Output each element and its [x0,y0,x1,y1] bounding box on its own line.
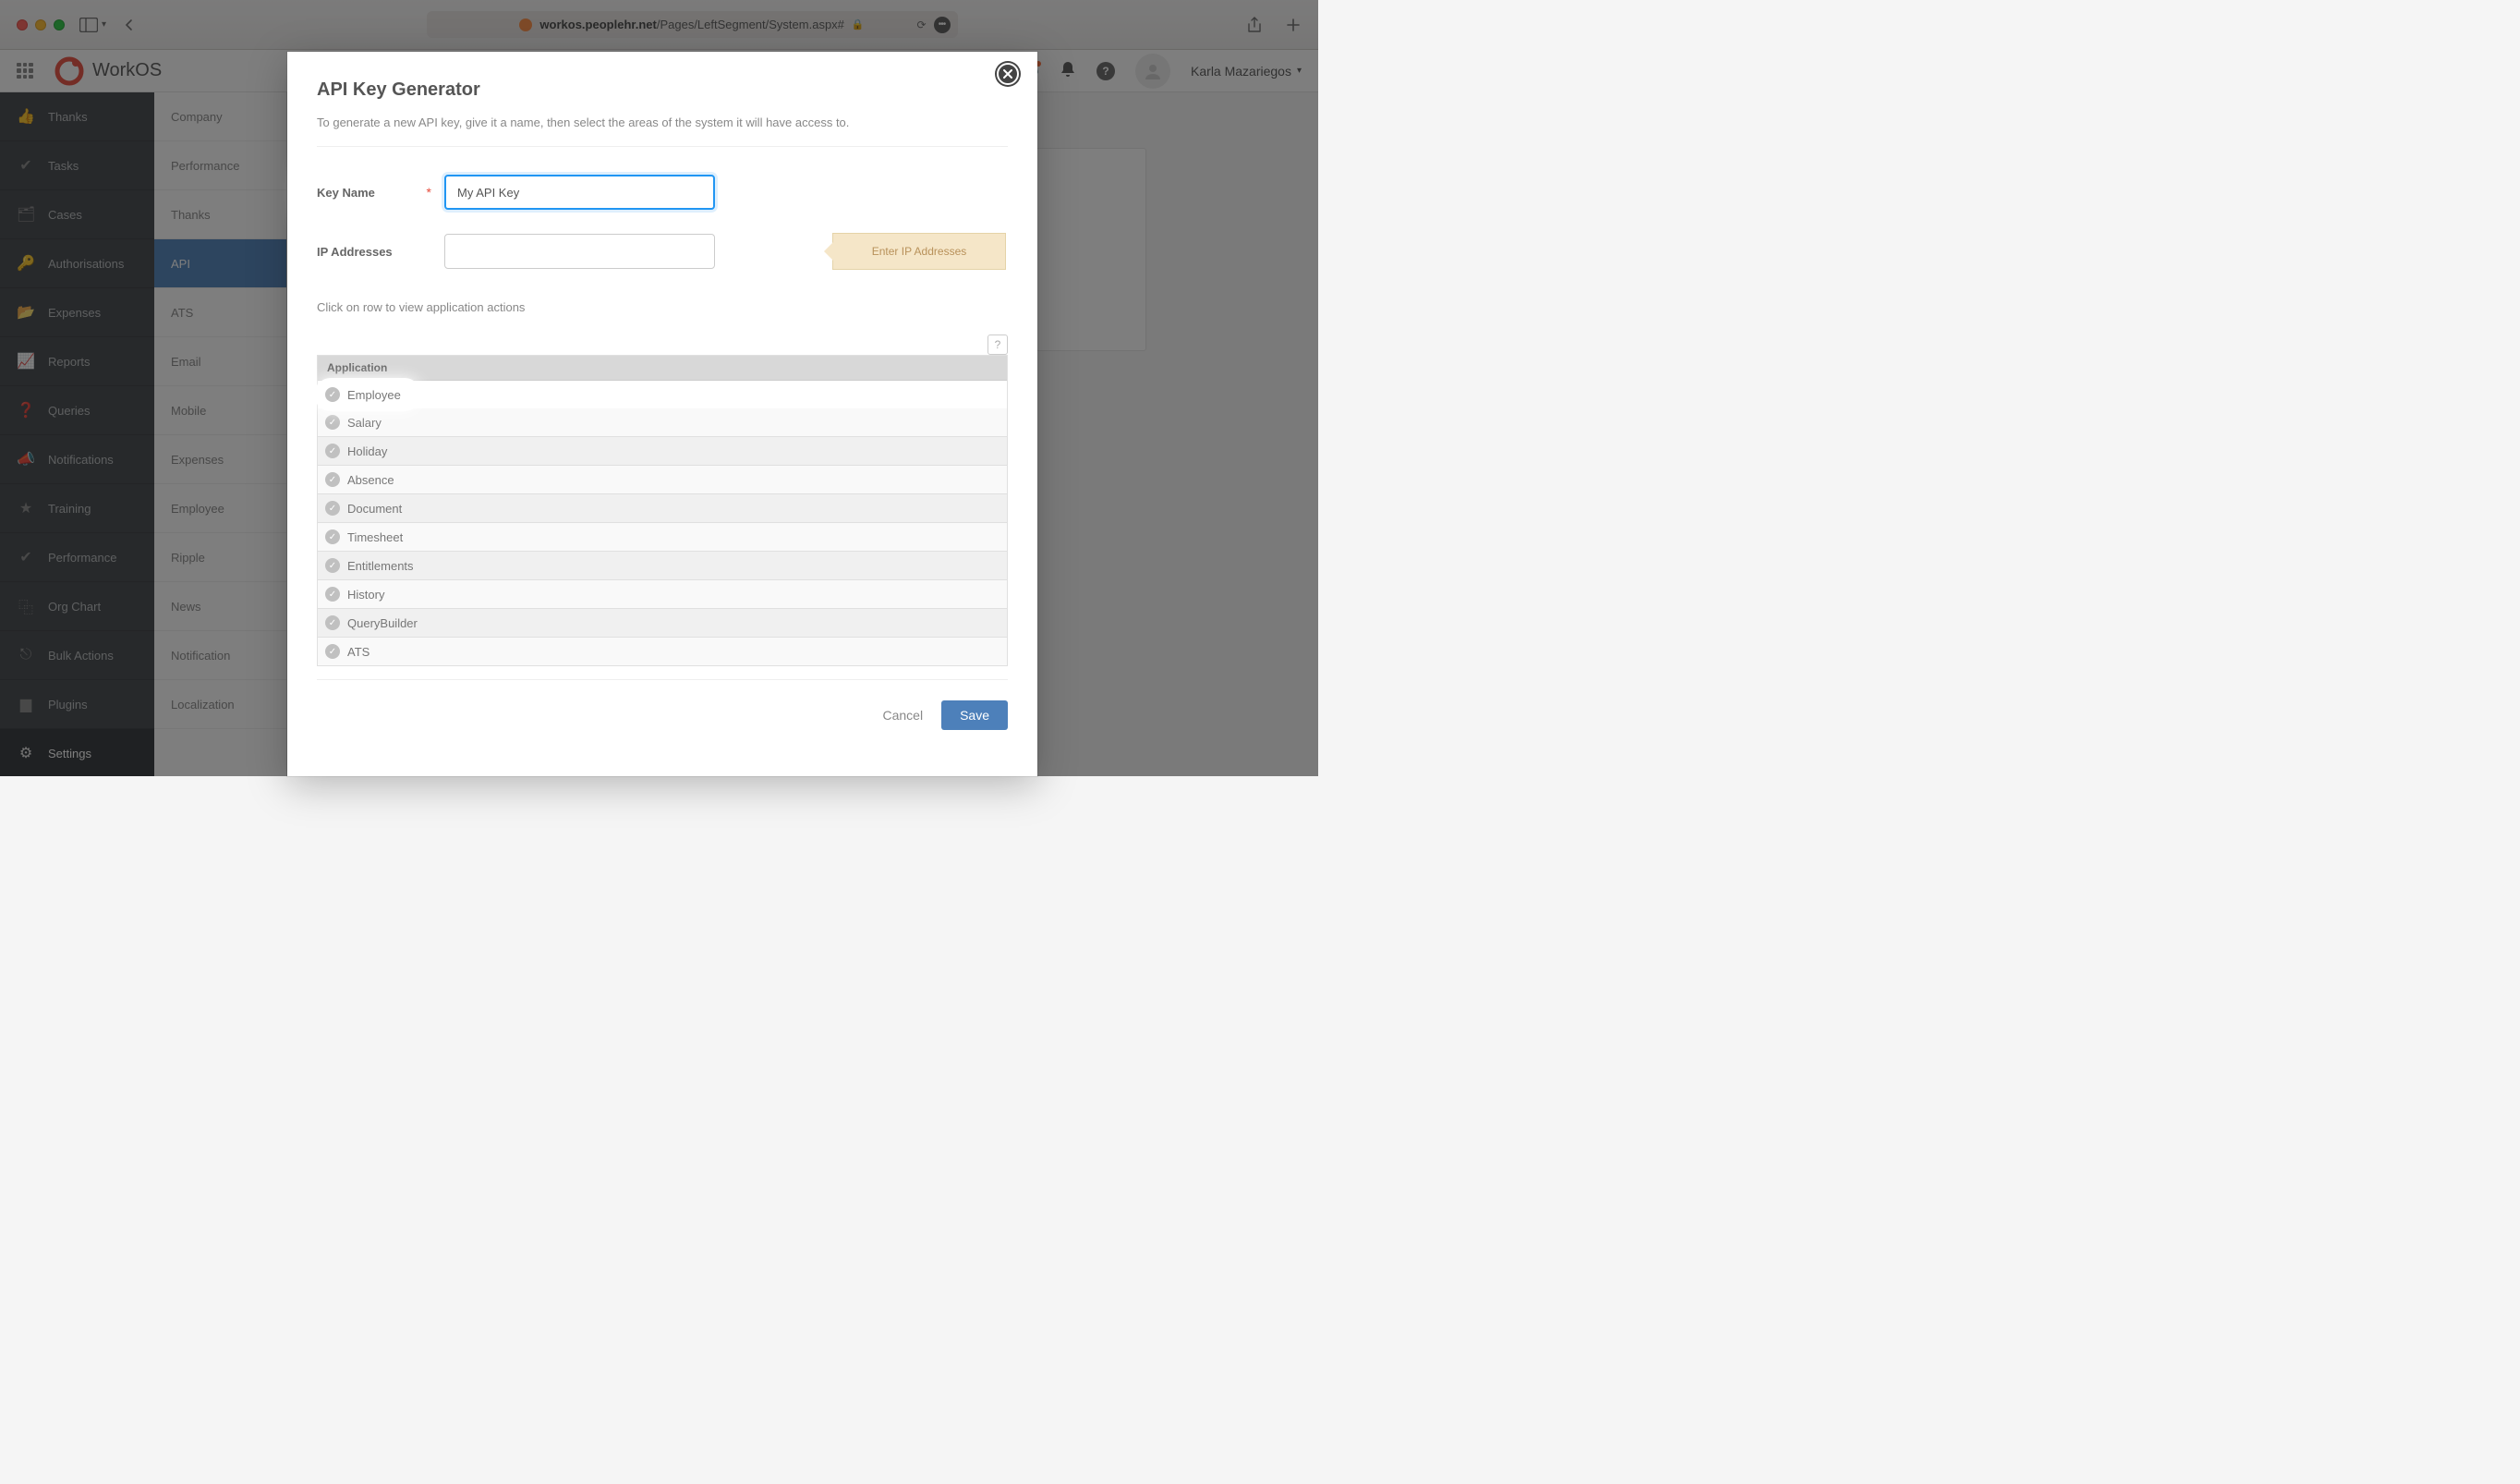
application-row-holiday[interactable]: ✓ Holiday [318,437,1007,466]
save-button[interactable]: Save [941,700,1008,730]
check-circle-icon: ✓ [325,587,340,602]
check-circle-icon: ✓ [325,529,340,544]
required-asterisk: * [427,185,431,200]
check-circle-icon: ✓ [325,387,340,402]
application-label: Timesheet [347,530,403,544]
application-label: Document [347,502,402,516]
application-row-absence[interactable]: ✓ Absence [318,466,1007,494]
check-circle-icon: ✓ [325,644,340,659]
application-label: Holiday [347,444,387,458]
cancel-button[interactable]: Cancel [882,708,923,723]
key-name-input[interactable] [444,175,715,210]
application-label: ATS [347,645,370,659]
ip-tooltip: Enter IP Addresses [832,233,1006,270]
application-label: QueryBuilder [347,616,418,630]
application-label: History [347,588,384,602]
check-circle-icon: ✓ [325,415,340,430]
modal-title: API Key Generator [317,79,1008,101]
modal-description: To generate a new API key, give it a nam… [317,116,1008,129]
application-label: Employee [347,388,401,402]
key-name-label: Key Name [317,186,375,200]
check-circle-icon: ✓ [325,501,340,516]
ip-addresses-input[interactable] [444,234,715,269]
ip-addresses-row: IP Addresses Enter IP Addresses [317,234,1008,269]
check-circle-icon: ✓ [325,472,340,487]
application-row-ats[interactable]: ✓ ATS [318,638,1007,666]
application-row-querybuilder[interactable]: ✓ QueryBuilder [318,609,1007,638]
application-hint: Click on row to view application actions [317,300,1008,314]
application-row-history[interactable]: ✓ History [318,580,1007,609]
modal-close-button[interactable] [997,63,1019,85]
ip-addresses-label: IP Addresses [317,245,444,259]
application-label: Absence [347,473,394,487]
check-circle-icon: ✓ [325,558,340,573]
application-row-salary[interactable]: ✓ Salary [318,408,1007,437]
api-key-generator-modal: API Key Generator To generate a new API … [287,52,1037,776]
applications-table: Application ✓ Employee ✓ Salary ✓ Holiday ✓ Abs… [317,355,1008,666]
key-name-row: Key Name * [311,169,1008,215]
application-row-entitlements[interactable]: ✓ Entitlements [318,552,1007,580]
applications-table-header: Application [318,356,1007,381]
modal-footer: Cancel Save [317,679,1008,730]
application-row-timesheet[interactable]: ✓ Timesheet [318,523,1007,552]
application-label: Entitlements [347,559,414,573]
application-label: Salary [347,416,382,430]
ip-tooltip-text: Enter IP Addresses [872,245,967,258]
table-help-button[interactable]: ? [987,335,1008,355]
check-circle-icon: ✓ [325,444,340,458]
check-circle-icon: ✓ [325,615,340,630]
application-row-document[interactable]: ✓ Document [318,494,1007,523]
application-row-employee[interactable]: ✓ Employee [318,382,418,407]
